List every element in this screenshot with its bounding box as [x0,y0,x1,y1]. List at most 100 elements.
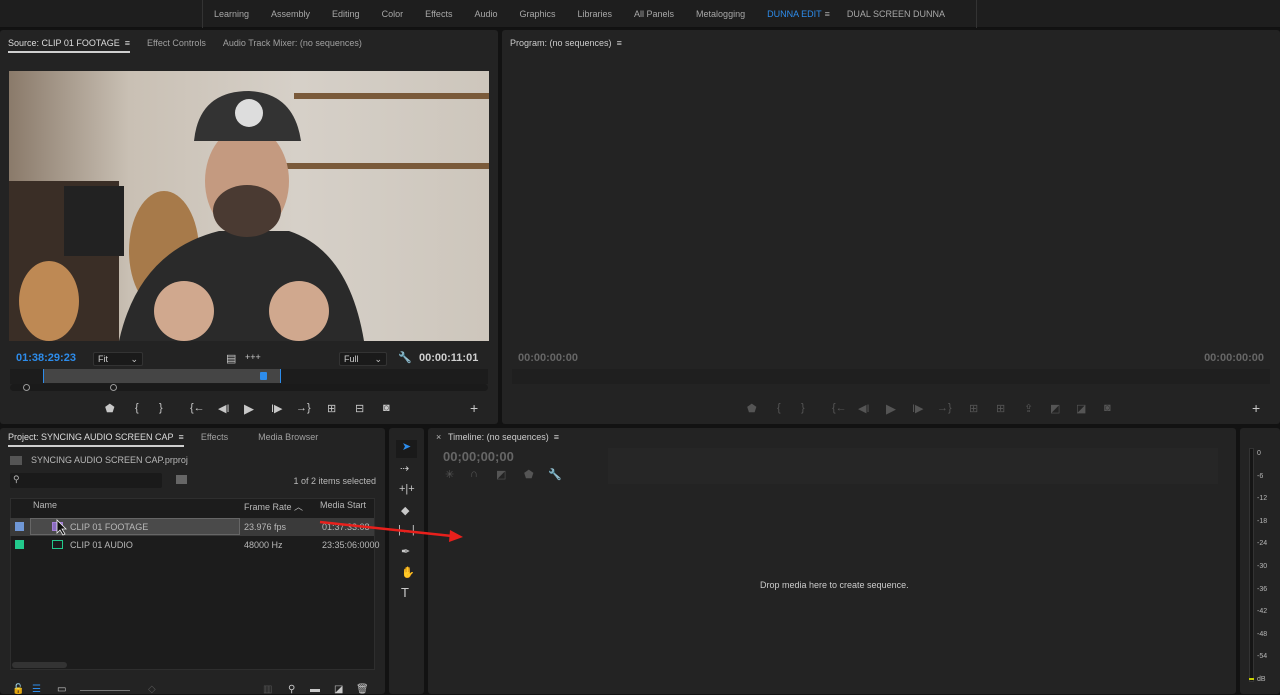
workspace-tab[interactable]: Editing [321,0,371,28]
lock-icon[interactable]: 🔓 [12,684,24,695]
extract-icon[interactable]: ⊞ [996,402,1005,415]
icon-view-icon[interactable]: ▭ [57,684,66,695]
comparison-view-icon[interactable]: ◩ [1050,402,1060,415]
mark-out-icon[interactable]: } [801,402,805,414]
wrench-icon[interactable]: 🔧 [548,468,562,481]
tab-effect-controls[interactable]: Effect Controls [147,38,206,53]
new-bin-icon[interactable]: ▬ [310,684,320,695]
project-item-row[interactable]: CLIP 01 AUDIO 48000 Hz 23:35:06:0000 [10,536,380,554]
time-ruler[interactable] [10,369,488,384]
panel-menu-icon[interactable]: ≡ [617,38,622,48]
drag-video-icon[interactable]: ▤ [226,352,236,365]
search-input[interactable]: ⚲ [10,473,162,488]
type-tool-icon[interactable]: T [401,585,409,600]
automate-to-sequence-icon[interactable]: ▥ [263,684,272,695]
workspace-tab[interactable]: Audio [463,0,508,28]
marker-icon[interactable]: ⬟ [105,402,115,415]
item-name[interactable]: CLIP 01 FOOTAGE [70,518,148,536]
workspace-tab[interactable]: Effects [414,0,463,28]
workspace-tab[interactable]: All Panels [623,0,685,28]
zoom-scrollbar[interactable] [10,384,488,391]
mark-in-icon[interactable]: { [777,402,781,414]
snap-icon[interactable]: ∩ [470,468,478,480]
razor-tool-icon[interactable]: ◆ [401,504,409,517]
add-button-icon[interactable]: + [470,400,478,416]
workspace-tab[interactable]: Color [371,0,415,28]
wrench-icon[interactable]: 🔧 [398,351,412,364]
step-back-icon[interactable]: ◀I [858,402,870,415]
go-to-in-icon[interactable]: {← [832,402,847,414]
step-forward-icon[interactable]: I▶ [912,402,924,415]
column-frame-rate[interactable]: Frame Rate ︿ [244,500,303,513]
go-to-out-icon[interactable]: →} [296,402,311,414]
tab-timeline[interactable]: Timeline: (no sequences) ≡ [448,432,559,442]
hand-tool-icon[interactable]: ✋ [401,566,415,579]
workspace-tab[interactable]: DUNNA EDIT [756,0,833,28]
program-timecode[interactable]: 00:00:00:00 [518,352,578,364]
resolution-select[interactable]: Full ⌄ [339,352,387,366]
in-out-range[interactable] [43,369,281,383]
add-marker-icon[interactable]: ⬟ [524,468,534,481]
workspace-tab[interactable]: Libraries [567,0,624,28]
sort-icon[interactable]: ◇ [148,684,156,695]
scroll-handle-right[interactable] [110,384,117,391]
tab-program[interactable]: Program: (no sequences) ≡ [510,38,622,51]
tab-source[interactable]: Source: CLIP 01 FOOTAGE ≡ [8,38,130,53]
panel-menu-icon[interactable]: ≡ [125,38,130,48]
ripple-edit-tool-icon[interactable]: +|+ [399,483,415,495]
tab-effects[interactable]: Effects [201,432,228,447]
play-icon[interactable]: ▶ [244,401,254,417]
selection-tool-icon[interactable]: ➤ [396,440,417,458]
close-icon[interactable]: × [436,432,441,442]
workspace-tab[interactable]: Assembly [260,0,321,28]
go-to-in-icon[interactable]: {← [190,402,205,414]
workspace-tab[interactable]: Graphics [508,0,566,28]
add-button-icon[interactable]: + [1252,400,1260,416]
item-name[interactable]: CLIP 01 AUDIO [70,536,133,554]
workspace-menu-icon[interactable]: ≡ [825,0,830,28]
workspace-tab[interactable]: Metalogging [685,0,756,28]
camera-icon[interactable]: ◙ [383,402,390,414]
mark-in-icon[interactable]: { [135,402,139,414]
source-timecode[interactable]: 01:38:29:23 [16,352,76,364]
panel-menu-icon[interactable]: ≡ [554,432,559,442]
marker-icon[interactable]: ⬟ [747,402,757,415]
track-select-tool-icon[interactable]: ⇢ [400,462,409,475]
play-icon[interactable]: ▶ [886,401,896,417]
timeline-timecode[interactable]: 00;00;00;00 [443,449,514,464]
go-to-out-icon[interactable]: →} [937,402,952,414]
step-forward-icon[interactable]: I▶ [271,402,283,415]
pen-tool-icon[interactable]: ✒ [401,545,410,558]
trash-icon[interactable]: 🗑 [356,684,369,695]
program-ruler[interactable] [512,369,1270,384]
mark-out-icon[interactable]: } [159,402,163,414]
project-item-row[interactable]: CLIP 01 FOOTAGE 23.976 fps 01:37:33:08 [10,518,374,536]
linked-selection-icon[interactable]: ◩ [496,468,506,481]
tab-audio-track-mixer[interactable]: Audio Track Mixer: (no sequences) [223,38,362,53]
drag-audio-icon[interactable]: +++ [245,352,261,362]
horizontal-scrollbar[interactable] [12,662,67,668]
slip-tool-icon[interactable]: |↔| [398,524,415,536]
lift-icon[interactable]: ⊞ [969,402,978,415]
new-item-icon[interactable]: ◪ [334,684,343,695]
find-icon[interactable]: ⚲ [288,684,295,695]
zoom-select[interactable]: Fit ⌄ [93,352,143,366]
column-media-start[interactable]: Media Start [320,500,366,510]
workspace-tab[interactable]: DUAL SCREEN DUNNA [836,0,956,28]
workspace-tab[interactable]: Learning [203,0,260,28]
multicam-icon[interactable]: ◪ [1076,402,1086,415]
playhead[interactable] [260,372,268,380]
tab-project[interactable]: Project: SYNCING AUDIO SCREEN CAP ≡ [8,432,184,447]
column-name[interactable]: Name [33,500,57,510]
new-search-bin-icon[interactable] [176,475,187,484]
tab-media-browser[interactable]: Media Browser [258,432,318,447]
panel-menu-icon[interactable]: ≡ [179,432,184,442]
label-color-swatch[interactable] [15,540,24,549]
step-back-icon[interactable]: ◀I [218,402,230,415]
zoom-slider[interactable] [80,690,130,691]
export-frame-icon[interactable]: ⇪ [1024,402,1033,415]
list-view-icon[interactable]: ☰ [32,684,41,695]
label-color-swatch[interactable] [15,522,24,531]
insert-icon[interactable]: ⊞ [327,402,336,415]
overwrite-icon[interactable]: ⊟ [355,402,364,415]
